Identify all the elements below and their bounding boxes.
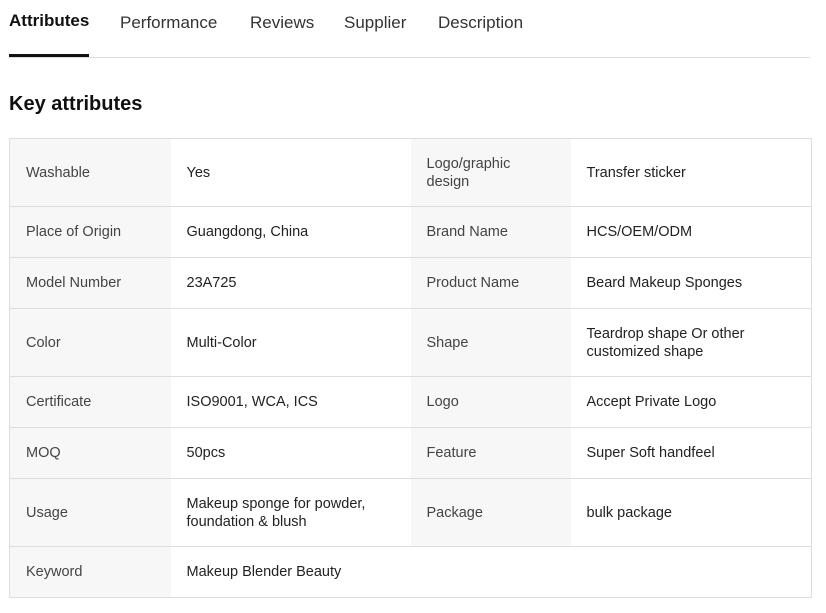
table-row: Usage Makeup sponge for powder, foundati… — [9, 478, 812, 547]
attr-value-shape: Teardrop shape Or other customized shape — [570, 308, 812, 377]
attr-value-model-number: 23A725 — [170, 257, 411, 309]
product-details-page: Attributes Performance Reviews Supplier … — [0, 0, 826, 613]
attr-value-logo-graphic-design: Transfer sticker — [570, 138, 812, 207]
attr-key-logo-graphic-design: Logo/graphic design — [410, 138, 571, 207]
attr-value-place-of-origin: Guangdong, China — [170, 206, 411, 258]
attr-key-washable: Washable — [9, 138, 171, 207]
attr-value-certificate: ISO9001, WCA, ICS — [170, 376, 411, 428]
attr-key-certificate: Certificate — [9, 376, 171, 428]
attr-value-usage: Makeup sponge for powder, foundation & b… — [170, 478, 411, 547]
attr-key-logo: Logo — [410, 376, 571, 428]
table-row: Color Multi-Color Shape Teardrop shape O… — [9, 308, 812, 377]
tab-reviews[interactable]: Reviews — [250, 0, 314, 57]
attr-value-moq: 50pcs — [170, 427, 411, 479]
attr-key-usage: Usage — [9, 478, 171, 547]
attr-value-washable: Yes — [170, 138, 411, 207]
attr-key-place-of-origin: Place of Origin — [9, 206, 171, 258]
table-row: Certificate ISO9001, WCA, ICS Logo Accep… — [9, 376, 812, 428]
table-row: Washable Yes Logo/graphic design Transfe… — [9, 138, 812, 207]
table-row: Place of Origin Guangdong, China Brand N… — [9, 206, 812, 258]
attr-key-moq: MOQ — [9, 427, 171, 479]
empty-cell — [410, 546, 571, 598]
attr-value-color: Multi-Color — [170, 308, 411, 377]
attr-key-model-number: Model Number — [9, 257, 171, 309]
attr-value-feature: Super Soft handfeel — [570, 427, 812, 479]
table-row: Model Number 23A725 Product Name Beard M… — [9, 257, 812, 309]
attr-key-keyword: Keyword — [9, 546, 171, 598]
empty-cell — [570, 546, 812, 598]
tab-attributes[interactable]: Attributes — [9, 0, 90, 57]
table-row: MOQ 50pcs Feature Super Soft handfeel — [9, 427, 812, 479]
attr-value-brand-name: HCS/OEM/ODM — [570, 206, 812, 258]
tab-performance[interactable]: Performance — [120, 0, 217, 57]
key-attributes-table: Washable Yes Logo/graphic design Transfe… — [9, 138, 812, 598]
attr-value-logo: Accept Private Logo — [570, 376, 812, 428]
section-title: Key attributes — [9, 93, 143, 115]
attr-value-product-name: Beard Makeup Sponges — [570, 257, 812, 309]
tab-supplier[interactable]: Supplier — [344, 0, 406, 57]
detail-tabs: Attributes Performance Reviews Supplier … — [9, 0, 810, 58]
attr-value-keyword: Makeup Blender Beauty — [170, 546, 411, 598]
attr-key-color: Color — [9, 308, 171, 377]
attr-key-package: Package — [410, 478, 571, 547]
tab-description[interactable]: Description — [438, 0, 523, 57]
attr-key-product-name: Product Name — [410, 257, 571, 309]
attr-key-brand-name: Brand Name — [410, 206, 571, 258]
attr-key-feature: Feature — [410, 427, 571, 479]
attr-key-shape: Shape — [410, 308, 571, 377]
attr-value-package: bulk package — [570, 478, 812, 547]
table-row: Keyword Makeup Blender Beauty — [9, 546, 812, 598]
